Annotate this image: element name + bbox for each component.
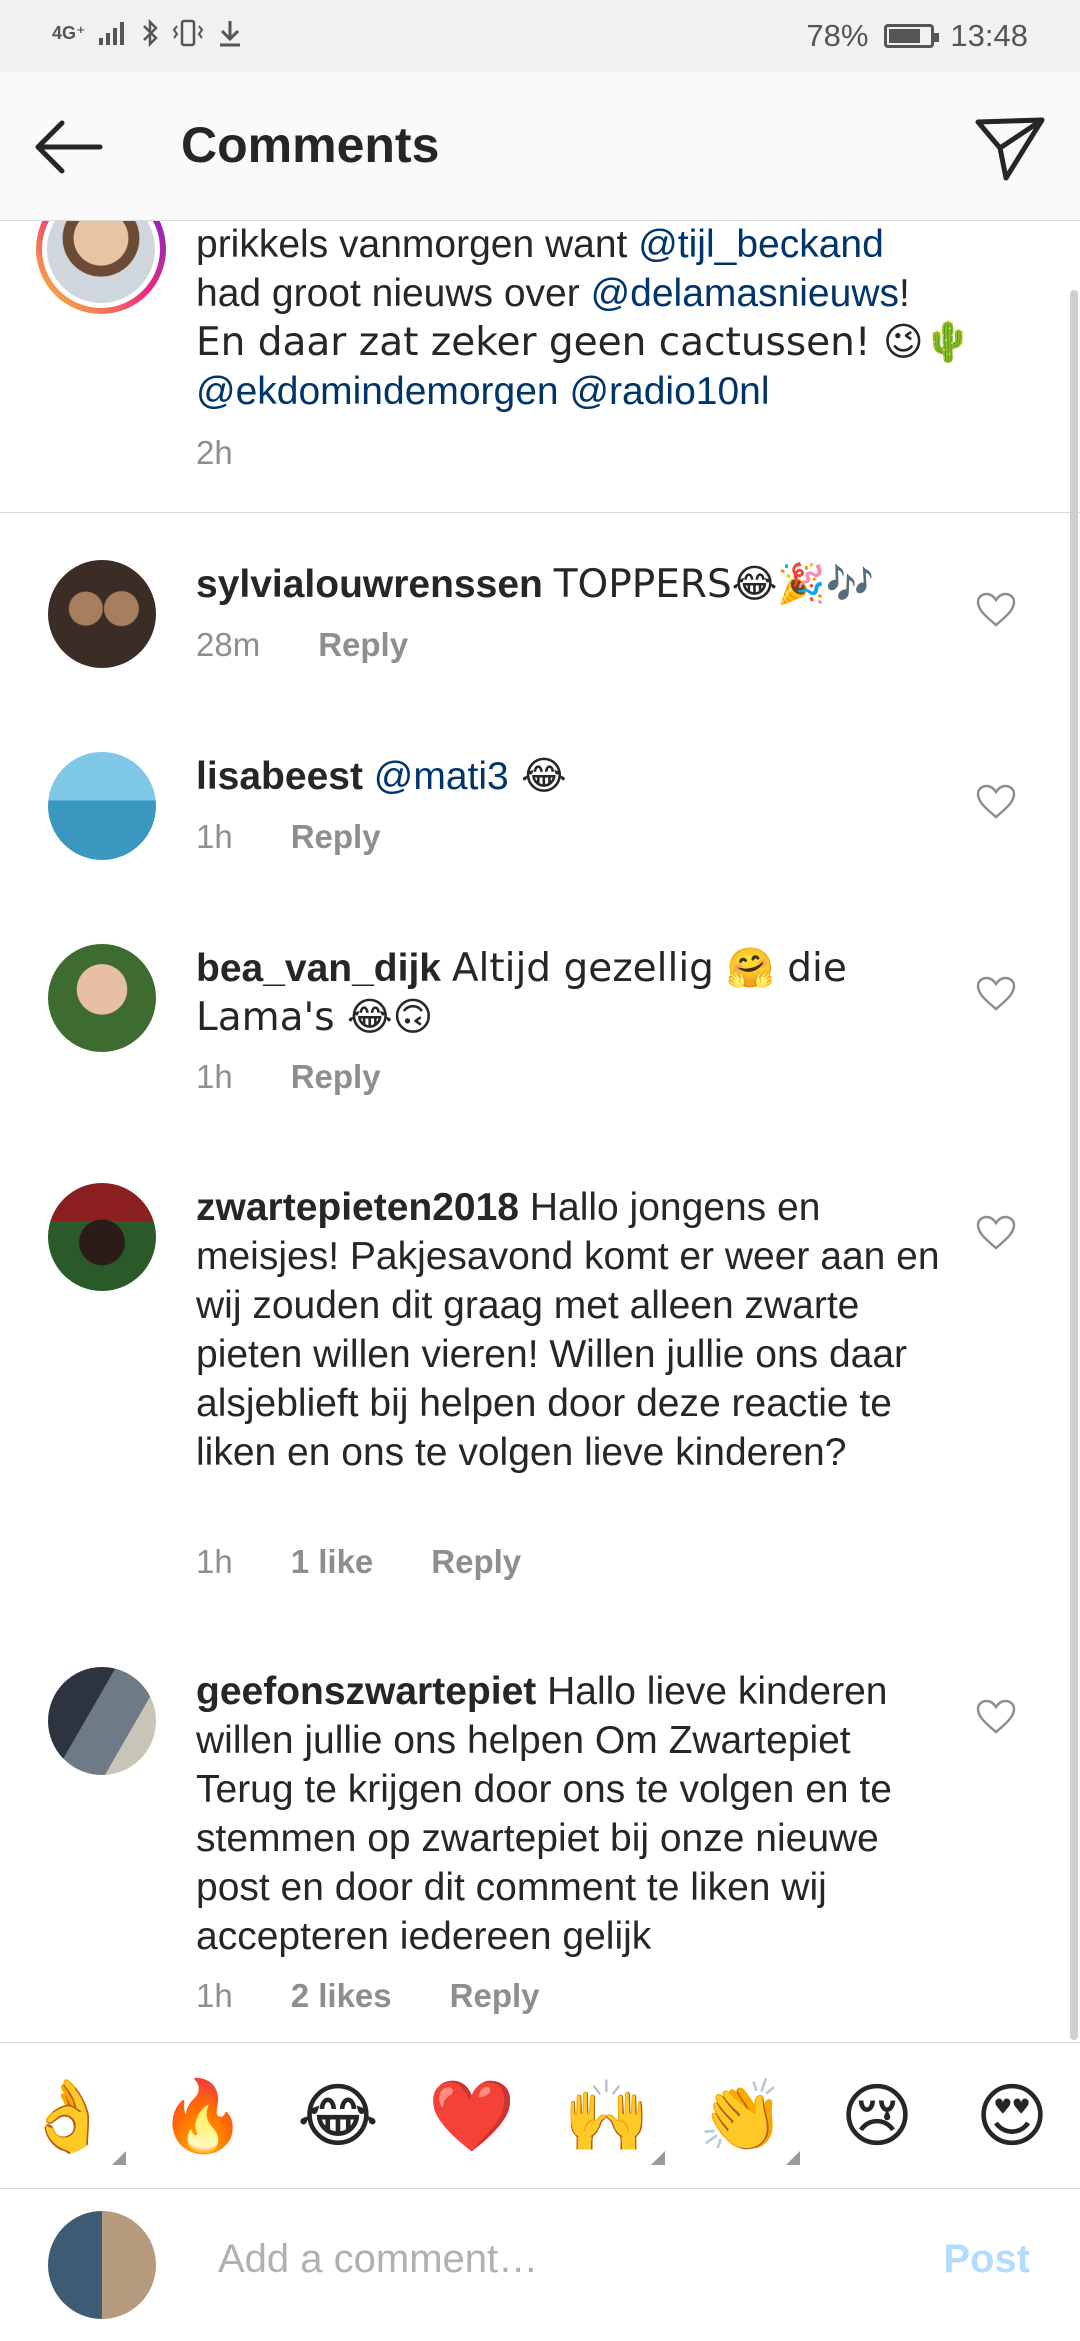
comment-composer: Add a comment… Post: [0, 2188, 1080, 2341]
bluetooth-icon: [142, 18, 158, 48]
likes-count[interactable]: 2 likes: [291, 1977, 392, 2015]
mention-link[interactable]: @mati3: [374, 755, 509, 798]
vibrate-icon: [172, 19, 203, 47]
clock: 13:48: [950, 18, 1028, 53]
avatar[interactable]: [48, 944, 156, 1052]
comment-time: 28m: [196, 626, 261, 663]
reply-button[interactable]: Reply: [431, 1543, 521, 1581]
comment-username[interactable]: geefonszwartepiet: [196, 1670, 536, 1713]
avatar[interactable]: [48, 752, 156, 860]
author-avatar[interactable]: [36, 220, 166, 314]
download-icon: [219, 21, 240, 47]
page-title: Comments: [181, 117, 440, 173]
comment-text: lisabeest @mati3 😂: [196, 754, 567, 799]
mention-link[interactable]: @ekdomindemorgen: [196, 370, 559, 413]
post-button[interactable]: Post: [943, 2237, 1030, 2282]
comment-text: geefonszwartepiet Hallo lieve kinderen w…: [196, 1670, 892, 1958]
emoji-heart-eyes-icon[interactable]: 😍: [962, 2071, 1062, 2161]
emoji-raised-hands-icon[interactable]: 🙌: [557, 2071, 665, 2165]
avatar[interactable]: [48, 1183, 156, 1291]
current-user-avatar: [48, 2211, 156, 2319]
reply-button[interactable]: Reply: [318, 626, 408, 664]
avatar[interactable]: [48, 1667, 156, 1775]
like-heart-icon[interactable]: [976, 592, 1016, 628]
comment-meta: 1h 1 like Reply: [196, 1543, 579, 1581]
avatar[interactable]: [48, 560, 156, 668]
comment-text: sylvialouwrenssen TOPPERS😂🎉🎶: [196, 562, 875, 607]
comment-time: 1h: [196, 1543, 233, 1580]
status-icons-right: 78% 13:48: [806, 18, 1028, 54]
send-icon: [975, 117, 1045, 181]
comment-meta: 1h 2 likes Reply: [196, 1977, 598, 2015]
comment-time: 1h: [196, 1058, 233, 1095]
status-icons-left: 4G⁺: [52, 18, 244, 48]
battery-percent: 78%: [806, 18, 869, 53]
emoji-cry-icon[interactable]: 😢: [827, 2071, 927, 2161]
post-caption: prikkels vanmorgen want @tijl_beckand ha…: [0, 220, 1080, 513]
battery-icon: [884, 24, 940, 48]
emoji-heart-icon[interactable]: ❤️: [422, 2071, 522, 2161]
comment-meta: 28m Reply: [196, 626, 466, 664]
emoji-joy-icon[interactable]: 😂: [288, 2071, 388, 2161]
arrow-left-icon: [35, 120, 103, 174]
quick-emoji-bar: 👌 🔥 😂 ❤️ 🙌 👏 😢 😍: [0, 2042, 1080, 2189]
comment-text: bea_van_dijk Altijd gezellig 🤗 die Lama'…: [196, 946, 847, 1040]
comment-username[interactable]: zwartepieten2018: [196, 1186, 519, 1229]
emoji-fire-icon[interactable]: 🔥: [153, 2071, 253, 2161]
reply-button[interactable]: Reply: [291, 1058, 381, 1096]
comment-time: 1h: [196, 818, 233, 855]
back-button[interactable]: [30, 112, 110, 182]
like-heart-icon[interactable]: [976, 784, 1016, 820]
emoji-ok-hand-icon[interactable]: 👌: [18, 2071, 126, 2165]
scrollbar[interactable]: [1070, 290, 1078, 2040]
status-bar: 4G⁺ 78% 13:48: [0, 0, 1080, 72]
mention-link[interactable]: @delamasnieuws: [591, 272, 899, 315]
caption-timestamp: 2h: [196, 434, 233, 471]
emoji-clap-icon[interactable]: 👏: [692, 2071, 800, 2165]
like-heart-icon[interactable]: [976, 1215, 1016, 1251]
comment-username[interactable]: lisabeest: [196, 755, 363, 798]
comment-meta: 1h Reply: [196, 1058, 439, 1096]
comment-username[interactable]: bea_van_dijk: [196, 947, 441, 990]
comment-text: zwartepieten2018 Hallo jongens en meisje…: [196, 1186, 940, 1474]
comment-meta: 1h Reply: [196, 818, 439, 856]
comment-input[interactable]: Add a comment…: [218, 2237, 538, 2282]
like-heart-icon[interactable]: [976, 1699, 1016, 1735]
share-button[interactable]: [970, 108, 1050, 188]
reply-button[interactable]: Reply: [450, 1977, 540, 2015]
reply-button[interactable]: Reply: [291, 818, 381, 856]
like-heart-icon[interactable]: [976, 976, 1016, 1012]
mention-link[interactable]: @radio10nl: [569, 370, 769, 413]
comment-time: 1h: [196, 1977, 233, 2014]
mention-link[interactable]: @tijl_beckand: [638, 223, 884, 266]
comment-username[interactable]: sylvialouwrenssen: [196, 563, 543, 606]
network-type: 4G⁺: [52, 22, 86, 43]
signal-icon: [98, 22, 124, 45]
top-app-bar: Comments: [0, 72, 1080, 221]
caption-text: prikkels vanmorgen want @tijl_beckand ha…: [196, 223, 973, 413]
likes-count[interactable]: 1 like: [291, 1543, 374, 1581]
